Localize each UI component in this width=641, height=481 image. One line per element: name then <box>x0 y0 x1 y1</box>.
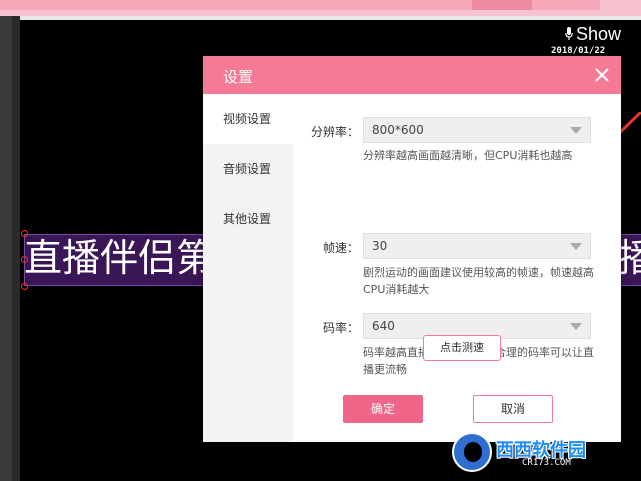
framerate-hint: 剧烈运动的画面建议使用较高的帧速，帧速越高CPU消耗越大 <box>363 266 594 296</box>
show-logo-text: Show <box>576 24 622 44</box>
watermark-subtext: CR173.COM <box>522 458 571 468</box>
banner-text: 直播伴侣第 <box>24 236 215 280</box>
top-bar-corner <box>472 0 532 10</box>
microphone-icon <box>565 27 573 40</box>
bitrate-value: 640 <box>372 319 395 333</box>
bitrate-label: 码率： <box>322 321 359 335</box>
sidebar-item-other[interactable]: 其他设置 <box>203 194 293 244</box>
close-icon[interactable] <box>593 66 611 84</box>
show-logo: Show <box>565 24 621 45</box>
chevron-down-icon <box>570 243 582 250</box>
cancel-button[interactable]: 取消 <box>473 395 553 423</box>
chevron-down-icon <box>570 127 582 134</box>
top-strip <box>0 0 641 16</box>
settings-dialog: 设置 视频设置 音频设置 其他设置 分辨率： 800*600 分辨率越高画面越清… <box>203 56 621 442</box>
settings-sidebar: 视频设置 音频设置 其他设置 <box>203 94 293 442</box>
left-panel-inner <box>12 16 20 481</box>
watermark-logo-icon <box>452 432 492 472</box>
banner-text-right: 播 <box>618 236 641 280</box>
left-panel-edge <box>0 16 20 481</box>
resolution-hint: 分辨率越高画面越清晰，但CPU消耗也越高 <box>363 149 573 162</box>
sidebar-item-audio[interactable]: 音频设置 <box>203 144 293 194</box>
dialog-header: 设置 <box>203 56 621 94</box>
ok-button[interactable]: 确定 <box>343 395 423 423</box>
dialog-title: 设置 <box>223 68 254 86</box>
resolution-select[interactable]: 800*600 <box>363 117 591 143</box>
framerate-select[interactable]: 30 <box>363 233 591 259</box>
chevron-down-icon <box>570 323 582 330</box>
settings-content: 分辨率： 800*600 分辨率越高画面越清晰，但CPU消耗也越高 帧速： 30… <box>293 94 621 442</box>
resize-handle-top-left[interactable] <box>21 230 28 237</box>
resolution-label: 分辨率： <box>310 125 359 139</box>
resize-handle-mid-left[interactable] <box>21 256 28 263</box>
speed-test-button[interactable]: 点击测速 <box>423 335 501 361</box>
framerate-label: 帧速： <box>322 241 359 255</box>
framerate-value: 30 <box>372 239 388 253</box>
resolution-value: 800*600 <box>372 123 424 137</box>
resize-handle-bottom-left[interactable] <box>21 283 28 290</box>
sidebar-item-video[interactable]: 视频设置 <box>203 94 293 144</box>
